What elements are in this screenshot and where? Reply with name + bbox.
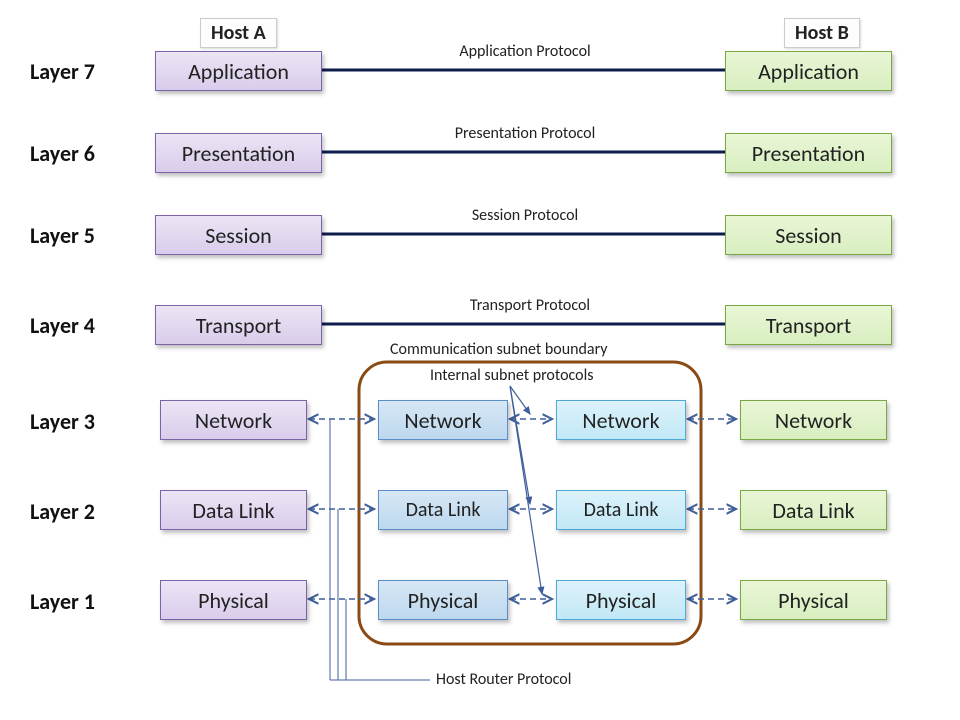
layer-4-label: Layer 4 (30, 312, 95, 339)
host-a-physical-box: Physical (160, 580, 307, 620)
host-router-protocol-label: Host Router Protocol (436, 670, 571, 689)
host-a-tag: Host A (200, 18, 277, 48)
router1-network-box: Network (378, 400, 508, 440)
host-a-presentation-box: Presentation (155, 133, 322, 173)
host-b-network-box: Network (740, 400, 887, 440)
host-a-transport-box: Transport (155, 305, 322, 345)
router2-physical-box: Physical (556, 580, 686, 620)
layer-3-label: Layer 3 (30, 408, 95, 435)
host-b-application-box: Application (725, 51, 892, 91)
router1-datalink-box: Data Link (378, 490, 508, 530)
host-b-tag: Host B (784, 18, 860, 48)
presentation-protocol-label: Presentation Protocol (420, 124, 630, 143)
diagram: Host A Host B Layer 7 Layer 6 Layer 5 La… (0, 0, 960, 720)
host-a-network-box: Network (160, 400, 307, 440)
host-b-session-box: Session (725, 215, 892, 255)
internal-protocols-label: Internal subnet protocols (430, 366, 594, 385)
router2-datalink-box: Data Link (556, 490, 686, 530)
layer-1-label: Layer 1 (30, 588, 95, 615)
layer-5-label: Layer 5 (30, 222, 95, 249)
session-protocol-label: Session Protocol (440, 206, 610, 225)
host-a-datalink-box: Data Link (160, 490, 307, 530)
application-protocol-label: Application Protocol (420, 42, 630, 61)
host-b-presentation-box: Presentation (725, 133, 892, 173)
router1-physical-box: Physical (378, 580, 508, 620)
host-b-transport-box: Transport (725, 305, 892, 345)
host-b-datalink-box: Data Link (740, 490, 887, 530)
layer-2-label: Layer 2 (30, 498, 95, 525)
subnet-boundary-label: Communication subnet boundary (390, 340, 608, 359)
host-a-application-box: Application (155, 51, 322, 91)
layer-7-label: Layer 7 (30, 58, 95, 85)
host-a-session-box: Session (155, 215, 322, 255)
layer-6-label: Layer 6 (30, 140, 95, 167)
router2-network-box: Network (556, 400, 686, 440)
host-b-physical-box: Physical (740, 580, 887, 620)
transport-protocol-label: Transport Protocol (440, 296, 620, 315)
